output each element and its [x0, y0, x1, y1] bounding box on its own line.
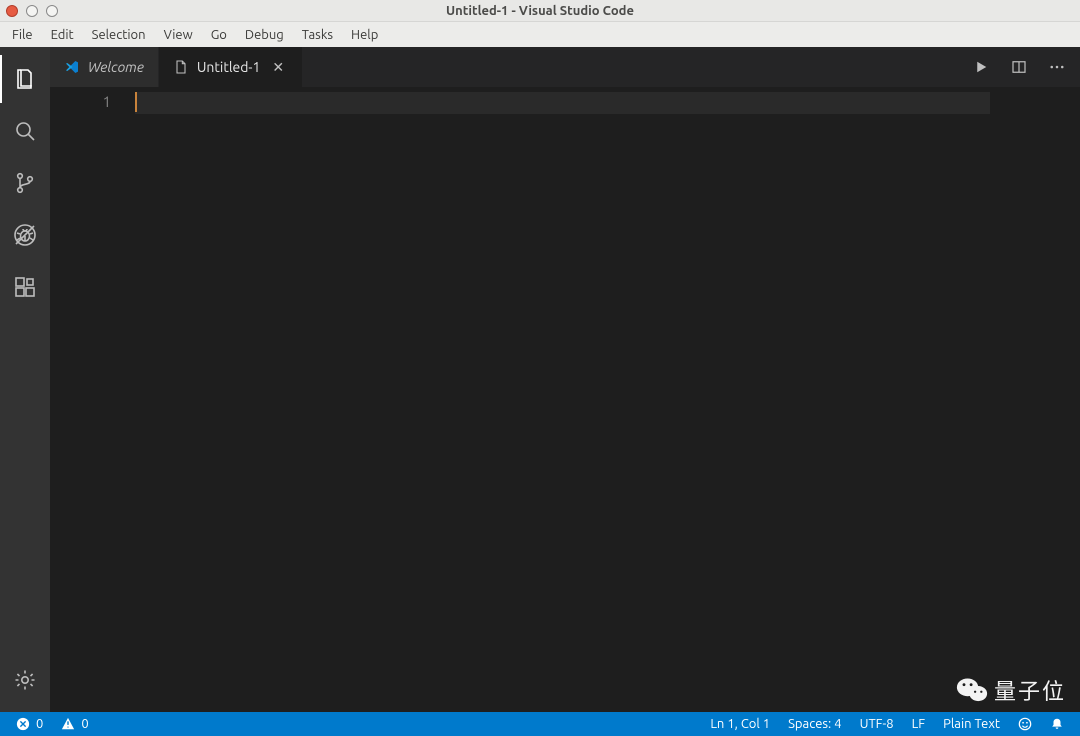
tab-label: Welcome — [88, 59, 144, 75]
error-icon — [16, 717, 30, 731]
menu-debug[interactable]: Debug — [237, 25, 292, 45]
status-warnings[interactable]: 0 — [55, 717, 94, 731]
warning-count: 0 — [81, 717, 88, 731]
file-icon — [173, 59, 189, 75]
editor-body[interactable]: 1 — [50, 87, 1080, 712]
split-editor-button[interactable] — [1002, 50, 1036, 84]
activity-source-control[interactable] — [1, 159, 49, 207]
status-encoding[interactable]: UTF-8 — [854, 717, 900, 731]
ellipsis-icon — [1048, 58, 1066, 76]
tab-bar: Welcome Untitled-1 ✕ — [50, 47, 1080, 87]
activity-explorer[interactable] — [1, 55, 49, 103]
gear-icon — [13, 668, 37, 692]
activity-bar — [0, 47, 50, 712]
menu-selection[interactable]: Selection — [84, 25, 154, 45]
minimap[interactable] — [990, 87, 1080, 712]
warning-icon — [61, 717, 75, 731]
editor-area: Welcome Untitled-1 ✕ — [50, 47, 1080, 712]
line-number-gutter: 1 — [50, 87, 135, 712]
window-minimize-button[interactable] — [26, 5, 38, 17]
window-title: Untitled-1 - Visual Studio Code — [446, 4, 634, 18]
menu-file[interactable]: File — [4, 25, 41, 45]
tab-untitled-1[interactable]: Untitled-1 ✕ — [159, 47, 304, 87]
menu-help[interactable]: Help — [343, 25, 386, 45]
status-language[interactable]: Plain Text — [937, 717, 1006, 731]
status-bar: 0 0 Ln 1, Col 1 Spaces: 4 UTF-8 LF Plain… — [0, 712, 1080, 736]
activity-search[interactable] — [1, 107, 49, 155]
files-icon — [13, 67, 37, 91]
menu-view[interactable]: View — [156, 25, 201, 45]
extensions-icon — [13, 275, 37, 299]
status-feedback[interactable] — [1012, 717, 1038, 731]
search-icon — [13, 119, 37, 143]
window-maximize-button[interactable] — [46, 5, 58, 17]
bug-icon — [13, 223, 37, 247]
split-icon — [1010, 58, 1028, 76]
run-button[interactable] — [964, 50, 998, 84]
smiley-icon — [1018, 717, 1032, 731]
status-cursor-position[interactable]: Ln 1, Col 1 — [704, 717, 776, 731]
vscode-icon — [64, 59, 80, 75]
menu-tasks[interactable]: Tasks — [294, 25, 341, 45]
window-close-button[interactable] — [6, 5, 18, 17]
status-notifications[interactable] — [1044, 717, 1070, 731]
line-number: 1 — [50, 91, 111, 113]
play-icon — [972, 58, 990, 76]
more-actions-button[interactable] — [1040, 50, 1074, 84]
tab-close-icon[interactable]: ✕ — [272, 59, 288, 75]
current-line-highlight — [135, 92, 990, 114]
status-errors[interactable]: 0 — [10, 717, 49, 731]
code-area[interactable] — [135, 87, 990, 712]
menubar: File Edit Selection View Go Debug Tasks … — [0, 22, 1080, 47]
activity-debug[interactable] — [1, 211, 49, 259]
branch-icon — [13, 171, 37, 195]
menu-go[interactable]: Go — [203, 25, 235, 45]
activity-settings[interactable] — [1, 656, 49, 704]
text-cursor — [135, 92, 137, 112]
status-eol[interactable]: LF — [906, 717, 931, 731]
activity-extensions[interactable] — [1, 263, 49, 311]
bell-icon — [1050, 717, 1064, 731]
status-indentation[interactable]: Spaces: 4 — [782, 717, 847, 731]
tab-welcome[interactable]: Welcome — [50, 47, 159, 87]
tab-label: Untitled-1 — [197, 59, 261, 75]
os-titlebar: Untitled-1 - Visual Studio Code — [0, 0, 1080, 22]
menu-edit[interactable]: Edit — [43, 25, 82, 45]
error-count: 0 — [36, 717, 43, 731]
